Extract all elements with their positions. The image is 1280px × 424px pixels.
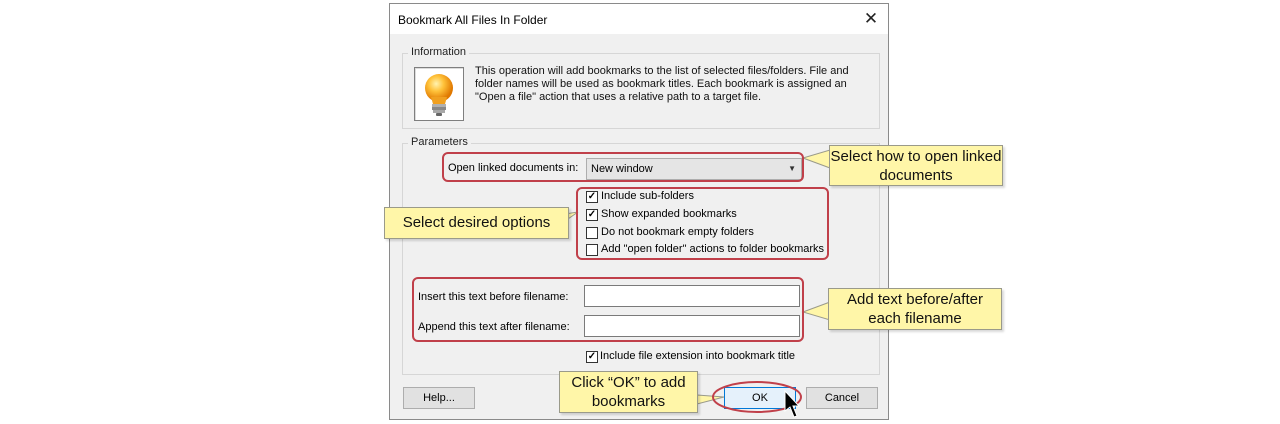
options-highlight	[576, 187, 829, 260]
text-callout: Add text before/after each filename	[828, 288, 1002, 330]
open-linked-highlight	[442, 152, 804, 182]
open-callout-pointer	[801, 149, 831, 169]
ok-callout-pointer	[696, 394, 725, 405]
options-callout: Select desired options	[384, 207, 569, 239]
text-fields-highlight	[412, 277, 804, 342]
cursor-arrow-icon	[784, 389, 801, 418]
open-callout: Select how to open linked documents	[829, 145, 1003, 186]
text-callout-pointer	[801, 301, 831, 321]
ok-callout: Click “OK” to add bookmarks	[559, 371, 698, 413]
